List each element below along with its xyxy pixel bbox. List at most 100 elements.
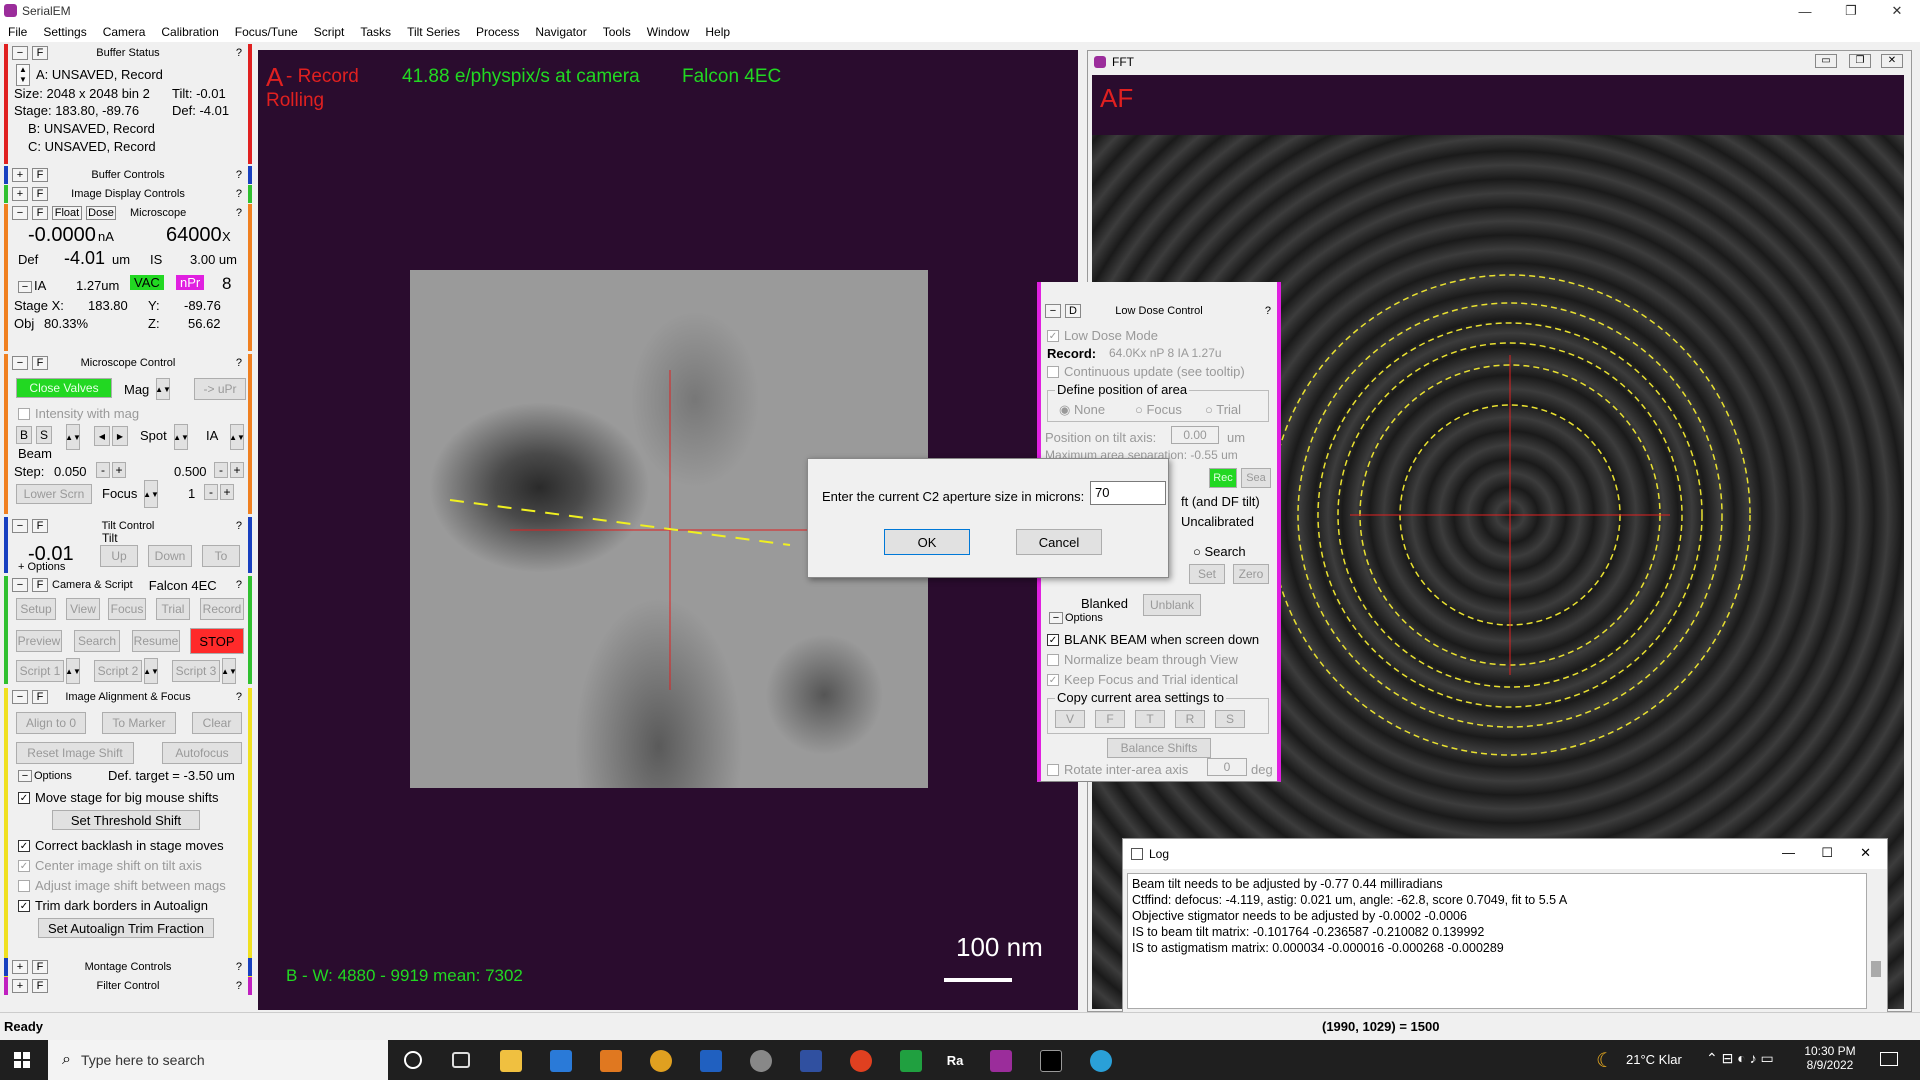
app-icon-9[interactable]: [900, 1050, 922, 1072]
focus-button[interactable]: Focus: [108, 598, 146, 620]
set-trim-fraction-button[interactable]: Set Autoalign Trim Fraction: [38, 918, 214, 938]
tilt-options-label[interactable]: Options: [27, 561, 65, 573]
continuous-update-checkbox[interactable]: Continuous update (see tooltip): [1047, 364, 1245, 379]
help-button[interactable]: ?: [236, 207, 242, 219]
reset-image-shift-button[interactable]: Reset Image Shift: [16, 742, 134, 764]
radio-trial[interactable]: ○ Trial: [1205, 402, 1241, 417]
windows-start-icon[interactable]: [14, 1052, 30, 1068]
ia-spin[interactable]: ▲▼: [229, 424, 245, 450]
script2-button[interactable]: Script 2: [94, 660, 142, 682]
tilt-up-button[interactable]: Up: [100, 545, 138, 567]
preview-button[interactable]: Preview: [16, 630, 62, 652]
lower-screen-button[interactable]: Lower Scrn: [16, 484, 92, 504]
alignment-options-label[interactable]: Options: [34, 770, 72, 782]
blank-beam-checkbox[interactable]: ✓ BLANK BEAM when screen down: [1047, 632, 1259, 647]
expand-button[interactable]: +: [12, 960, 28, 974]
restore-button[interactable]: ❐: [1828, 0, 1874, 22]
beam-b-button[interactable]: B: [16, 426, 32, 444]
record-button[interactable]: Record: [200, 598, 244, 620]
ra-app-icon[interactable]: Ra: [944, 1050, 966, 1072]
script1-button[interactable]: Script 1: [16, 660, 64, 682]
media-player-icon[interactable]: [600, 1050, 622, 1072]
help-button[interactable]: ?: [236, 961, 242, 973]
help-button[interactable]: ?: [236, 520, 242, 532]
collapse-button[interactable]: −: [12, 519, 28, 533]
tilt-to-button[interactable]: To: [202, 545, 240, 567]
view-button[interactable]: View: [66, 598, 100, 620]
script3-button[interactable]: Script 3: [172, 660, 220, 682]
menu-calibration[interactable]: Calibration: [153, 25, 226, 39]
copy-v-button[interactable]: V: [1055, 710, 1085, 728]
terminal-icon[interactable]: [1040, 1050, 1062, 1072]
mag-spin[interactable]: ▲▼: [155, 378, 171, 400]
step2-decrease-button[interactable]: -: [214, 462, 228, 478]
adjust-image-shift-checkbox[interactable]: Adjust image shift between mags: [18, 878, 226, 893]
help-button[interactable]: ?: [236, 188, 242, 200]
float-button[interactable]: F: [32, 356, 48, 370]
float-button[interactable]: F: [32, 187, 48, 201]
menu-file[interactable]: File: [0, 25, 35, 39]
fft-close-button[interactable]: ✕: [1881, 54, 1903, 68]
ok-button[interactable]: OK: [884, 529, 970, 555]
log-close-button[interactable]: ✕: [1860, 845, 1871, 861]
beam-left-button[interactable]: ◀: [94, 426, 110, 446]
rotate-inter-area-checkbox[interactable]: Rotate inter-area axis: [1047, 762, 1188, 777]
collapse-button[interactable]: −: [12, 356, 28, 370]
log-maximize-button[interactable]: ☐: [1821, 845, 1833, 861]
task-view-icon[interactable]: [452, 1052, 470, 1068]
file-explorer-icon[interactable]: [500, 1050, 522, 1072]
float-button[interactable]: F: [32, 979, 48, 993]
help-button[interactable]: ?: [236, 169, 242, 181]
trial-button[interactable]: Trial: [156, 598, 190, 620]
menu-script[interactable]: Script: [306, 25, 353, 39]
rec-button[interactable]: Rec: [1209, 468, 1237, 488]
low-dose-mode-checkbox[interactable]: ✓ Low Dose Mode: [1047, 328, 1158, 343]
help-button[interactable]: ?: [236, 579, 242, 591]
app-icon-7[interactable]: [800, 1050, 822, 1072]
menu-camera[interactable]: Camera: [95, 25, 154, 39]
float-button[interactable]: F: [32, 168, 48, 182]
menu-help[interactable]: Help: [697, 25, 738, 39]
aperture-size-input[interactable]: 70: [1090, 481, 1166, 505]
set-button[interactable]: Set: [1189, 564, 1225, 584]
copy-t-button[interactable]: T: [1135, 710, 1165, 728]
menu-tasks[interactable]: Tasks: [352, 25, 399, 39]
setup-button[interactable]: Setup: [16, 598, 56, 620]
dose-button[interactable]: Dose: [86, 206, 116, 220]
mail-icon[interactable]: [550, 1050, 572, 1072]
step2-increase-button[interactable]: +: [230, 462, 244, 478]
weather-text[interactable]: 21°C Klar: [1626, 1052, 1682, 1067]
balance-shifts-button[interactable]: Balance Shifts: [1107, 738, 1211, 758]
float-button[interactable]: F: [32, 578, 48, 592]
beam-s-button[interactable]: S: [36, 426, 52, 444]
script2-spin[interactable]: ▲▼: [143, 658, 159, 684]
buffer-spin[interactable]: ▲ ▼: [16, 64, 30, 86]
collapse-button[interactable]: −: [12, 206, 28, 220]
low-dose-options-label[interactable]: Options: [1065, 612, 1103, 624]
help-button[interactable]: ?: [236, 980, 242, 992]
stop-button[interactable]: STOP: [190, 628, 244, 654]
trim-dark-borders-checkbox[interactable]: ✓ Trim dark borders in Autoalign: [18, 898, 208, 913]
to-marker-button[interactable]: To Marker: [102, 712, 176, 734]
edge-icon[interactable]: [1090, 1050, 1112, 1072]
close-button[interactable]: ✕: [1874, 0, 1920, 22]
expand-button[interactable]: +: [12, 168, 28, 182]
collapse-button[interactable]: −: [1045, 304, 1061, 318]
focus-decrease-button[interactable]: -: [204, 484, 218, 500]
beam-right-button[interactable]: ▶: [112, 426, 128, 446]
focus-increase-button[interactable]: +: [220, 484, 234, 500]
sea-button[interactable]: Sea: [1241, 468, 1271, 488]
center-image-shift-checkbox[interactable]: ✓ Center image shift on tilt axis: [18, 858, 202, 873]
cancel-button[interactable]: Cancel: [1016, 529, 1102, 555]
correct-backlash-checkbox[interactable]: ✓ Correct backlash in stage moves: [18, 838, 224, 853]
script1-spin[interactable]: ▲▼: [65, 658, 81, 684]
float-button[interactable]: F: [32, 206, 48, 220]
menu-focus-tune[interactable]: Focus/Tune: [227, 25, 306, 39]
collapse-button[interactable]: −: [18, 770, 32, 782]
app-icon-6[interactable]: [750, 1050, 772, 1072]
taskbar-clock[interactable]: 10:30 PM 8/9/2022: [1800, 1044, 1860, 1072]
menu-settings[interactable]: Settings: [35, 25, 94, 39]
expand-button[interactable]: +: [12, 979, 28, 993]
close-valves-button[interactable]: Close Valves: [16, 378, 112, 398]
normalize-beam-checkbox[interactable]: Normalize beam through View: [1047, 652, 1238, 667]
